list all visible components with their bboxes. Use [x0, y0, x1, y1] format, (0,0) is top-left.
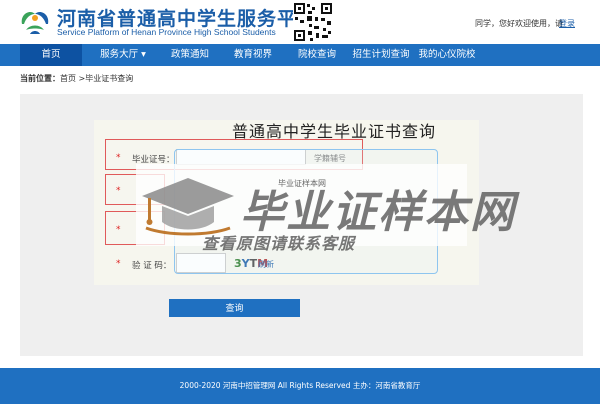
welcome-text: 同学，您好欢迎使用，请	[475, 19, 563, 28]
nav-item-enrollment-plan[interactable]: 招生计划查询	[350, 44, 412, 66]
qr-code-icon	[293, 2, 333, 42]
nav-item-home[interactable]: 首页	[20, 44, 82, 66]
leaf-figure-logo-icon	[21, 12, 49, 34]
captcha-label: 验 证 码：	[132, 261, 172, 271]
required-star: *	[116, 186, 121, 196]
main-nav: 首页 服务大厅 ▾ 政策通知 教育视界 院校查询 招生计划查询 我的心仪院校	[0, 44, 600, 66]
nav-item-policy-notice[interactable]: 政策通知	[165, 44, 215, 66]
breadcrumb: 当前位置：首页 >毕业证书查询	[20, 73, 133, 84]
nav-item-education-view[interactable]: 教育视界	[228, 44, 278, 66]
required-star: *	[116, 225, 121, 235]
breadcrumb-label: 当前位置：	[20, 74, 60, 83]
query-button[interactable]: 查询	[169, 299, 300, 317]
nav-item-school-search[interactable]: 院校查询	[292, 44, 342, 66]
breadcrumb-path[interactable]: 首页 >毕业证书查询	[60, 74, 133, 83]
nav-item-service-hall[interactable]: 服务大厅 ▾	[90, 44, 156, 66]
header: 河南省普通高中学生服务平台 Service Platform of Henan …	[0, 0, 600, 44]
required-star: *	[116, 153, 121, 163]
footer: 2000-2020 河南中招管理网 All Rights Reserved 主办…	[0, 368, 600, 404]
site-subtitle: Service Platform of Henan Province High …	[57, 27, 276, 37]
watermark-subtext: 查看原图请联系客服	[202, 234, 356, 253]
required-star: *	[116, 259, 121, 269]
nav-item-favorite-schools[interactable]: 我的心仪院校	[416, 44, 478, 66]
login-link[interactable]: 登录	[559, 18, 575, 29]
